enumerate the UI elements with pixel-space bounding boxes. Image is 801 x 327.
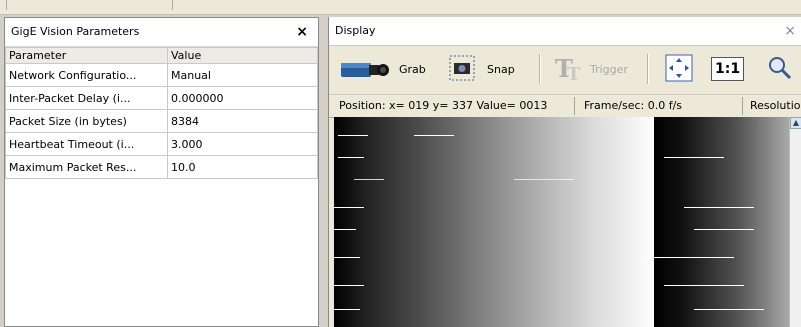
parameter-value[interactable]: 10.0 bbox=[167, 155, 318, 179]
position-readout: Position: x= 019 y= 337 Value= 0013 bbox=[339, 99, 548, 112]
parameter-value[interactable]: 3.000 bbox=[167, 132, 318, 156]
trigger-icon: T T bbox=[554, 53, 584, 86]
toolbar-separator bbox=[539, 54, 541, 84]
snapshot-icon bbox=[449, 55, 475, 84]
column-header-value[interactable]: Value bbox=[167, 47, 318, 64]
gige-vision-parameters-panel: GigE Vision Parameters × Parameter Value… bbox=[4, 17, 319, 327]
parameter-name: Network Configuratio... bbox=[5, 63, 168, 87]
table-row[interactable]: Maximum Packet Res... 10.0 bbox=[5, 155, 318, 179]
snap-button[interactable]: Snap bbox=[449, 52, 515, 86]
framerate-readout: Frame/sec: 0.0 f/s bbox=[584, 99, 683, 112]
image-gradient-left bbox=[334, 117, 654, 327]
parameter-value[interactable]: 8384 bbox=[167, 109, 318, 133]
table-header-row: Parameter Value bbox=[5, 47, 318, 64]
svg-text:T: T bbox=[567, 64, 581, 83]
parameter-value[interactable]: 0.000000 bbox=[167, 86, 318, 110]
actual-size-label: 1:1 bbox=[711, 57, 745, 81]
display-status-bar: Position: x= 019 y= 337 Value= 0013 Fram… bbox=[329, 95, 801, 118]
actual-size-button[interactable]: 1:1 bbox=[711, 52, 745, 86]
column-header-parameter[interactable]: Parameter bbox=[5, 47, 168, 64]
table-row[interactable]: Inter-Packet Delay (i... 0.000000 bbox=[5, 86, 318, 110]
scroll-up-icon[interactable]: ▲ bbox=[790, 117, 801, 129]
table-row[interactable]: Heartbeat Timeout (i... 3.000 bbox=[5, 132, 318, 156]
resolution-readout: Resolutio bbox=[750, 99, 801, 112]
zoom-icon bbox=[767, 55, 793, 84]
image-gradient-right bbox=[654, 117, 796, 327]
zoom-button[interactable] bbox=[767, 52, 793, 86]
parameter-name: Heartbeat Timeout (i... bbox=[5, 132, 168, 156]
display-title-bar: Display × bbox=[329, 17, 801, 46]
toolbar-separator bbox=[647, 54, 649, 84]
grab-label: Grab bbox=[399, 62, 426, 76]
close-icon[interactable]: × bbox=[784, 17, 796, 45]
fit-to-window-button[interactable] bbox=[664, 52, 694, 86]
fit-to-window-icon bbox=[664, 53, 694, 86]
image-display[interactable] bbox=[334, 117, 796, 327]
parameter-value[interactable]: Manual bbox=[167, 63, 318, 87]
display-toolbar: Grab Snap T T Trigger 1:1 bbox=[329, 46, 801, 95]
trigger-label: Trigger bbox=[590, 62, 628, 76]
vertical-scrollbar[interactable]: ▲ bbox=[789, 117, 801, 327]
close-icon[interactable]: × bbox=[296, 18, 308, 46]
table-row[interactable]: Packet Size (in bytes) 8384 bbox=[5, 109, 318, 133]
display-panel: Display × Grab Snap T T Trigger 1:1 Posi… bbox=[328, 17, 801, 327]
snap-label: Snap bbox=[487, 62, 515, 76]
camera-icon bbox=[337, 53, 393, 86]
top-tab-strip bbox=[0, 0, 801, 15]
grab-button[interactable]: Grab bbox=[337, 52, 426, 86]
parameter-name: Inter-Packet Delay (i... bbox=[5, 86, 168, 110]
panel-title-bar: GigE Vision Parameters × bbox=[5, 18, 318, 47]
parameters-table: Parameter Value Network Configuratio... … bbox=[5, 47, 318, 179]
trigger-button[interactable]: T T Trigger bbox=[554, 52, 628, 86]
table-row[interactable]: Network Configuratio... Manual bbox=[5, 63, 318, 87]
parameter-name: Maximum Packet Res... bbox=[5, 155, 168, 179]
display-title: Display bbox=[335, 24, 376, 37]
panel-title: GigE Vision Parameters bbox=[11, 25, 140, 38]
parameter-name: Packet Size (in bytes) bbox=[5, 109, 168, 133]
